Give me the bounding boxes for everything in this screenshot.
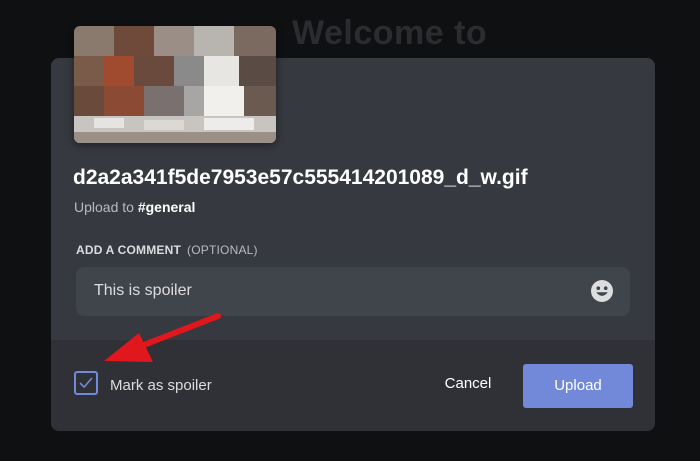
channel-name: #general bbox=[137, 199, 196, 215]
mark-as-spoiler-checkbox[interactable] bbox=[74, 371, 98, 395]
cancel-button[interactable]: Cancel bbox=[430, 375, 506, 397]
smiley-emoji-icon[interactable] bbox=[590, 279, 614, 303]
upload-destination: Upload to #general bbox=[74, 199, 195, 215]
background-welcome-heading: Welcome to bbox=[292, 14, 488, 52]
file-name: d2a2a341f5de7953e57c555414201089_d_w.gif bbox=[73, 166, 528, 189]
checkmark-icon bbox=[79, 377, 93, 388]
mark-as-spoiler-label[interactable]: Mark as spoiler bbox=[110, 377, 212, 394]
image-preview-thumbnail bbox=[74, 26, 276, 143]
comment-optional-label: (OPTIONAL) bbox=[187, 243, 258, 257]
comment-input-value: This is spoiler bbox=[94, 282, 192, 299]
comment-label-text: ADD A COMMENT bbox=[76, 243, 182, 257]
comment-label: ADD A COMMENT (OPTIONAL) bbox=[76, 243, 258, 257]
upload-destination-prefix: Upload to bbox=[74, 199, 134, 215]
upload-button[interactable]: Upload bbox=[523, 364, 633, 408]
comment-input[interactable]: This is spoiler bbox=[76, 267, 630, 316]
